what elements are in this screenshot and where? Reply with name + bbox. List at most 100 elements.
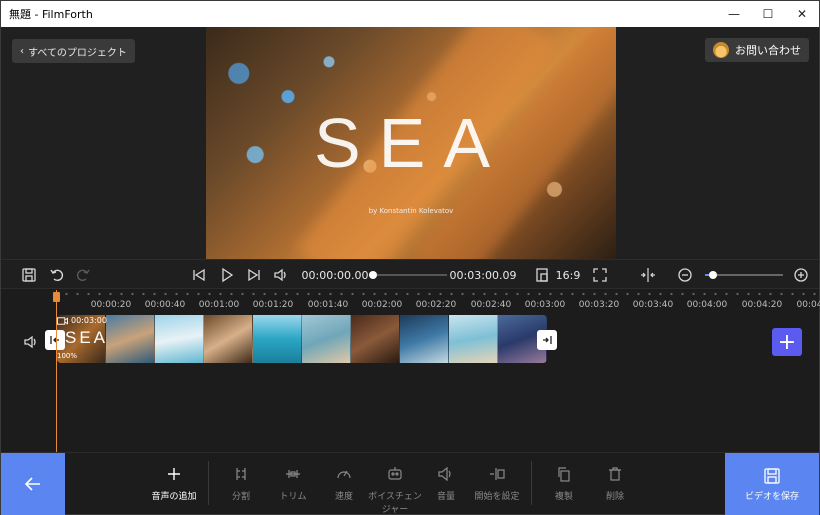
skip-back-icon[interactable] [189,260,209,290]
zoom-slider-knob[interactable] [708,271,717,279]
clip-thumbnail [351,315,400,363]
total-time: 00:03:00.09 [449,268,517,282]
volume-label: 音量 [436,492,455,502]
zoom-out-icon[interactable] [676,260,694,290]
ruler-tick: 00:03:20 [578,300,620,310]
window-title: 無題 - FilmForth [9,8,93,21]
maximize-button[interactable]: ☐ [751,1,785,27]
edit-toolbar: 音声の追加 分割 トリム 速度 ボイスチェンジャー 音量 開始を設定 複製 削除… [1,452,819,515]
ruler-tick: 00:02:40 [470,300,512,310]
clip-thumbnail [204,315,253,363]
ruler-tick: 00:04: [796,300,820,310]
all-projects-button[interactable]: ‹ すべてのプロジェクト [12,39,135,63]
aspect-ratio-label[interactable]: 16:9 [555,260,581,290]
voice-changer-label: ボイスチェンジャー [368,492,422,515]
volume-icon [438,466,451,482]
fit-timeline-icon[interactable] [638,260,658,290]
ruler-tick: 00:00:40 [144,300,186,310]
video-preview[interactable]: SEA by Konstantin Kolevatov [206,27,616,259]
delete-button[interactable]: 削除 [587,465,643,502]
contact-button[interactable]: お問い合わせ [705,38,809,62]
robot-icon [388,467,402,480]
speed-button[interactable]: 速度 [316,465,372,502]
clip-end-handle[interactable] [537,330,557,350]
add-clip-button[interactable]: + [772,328,802,356]
trim-icon [286,470,300,478]
split-button[interactable]: 分割 [213,465,269,502]
play-icon[interactable] [217,260,237,290]
ruler-tick: 00:04:00 [686,300,728,310]
voice-changer-button[interactable]: ボイスチェンジャー [367,465,423,515]
close-button[interactable]: ✕ [785,1,819,27]
app-window: 無題 - FilmForth — ☐ ✕ ‹ すべてのプロジェクト SEA by… [0,0,820,515]
support-avatar-icon [713,42,729,58]
video-clip[interactable] [57,315,547,363]
save-icon [764,467,780,484]
video-overlay-byline: by Konstantin Kolevatov [368,207,454,215]
clip-title-overlay: SEA [65,328,109,347]
speed-label: 速度 [334,492,353,502]
trim-label: トリム [279,492,307,502]
clip-thumbnail [155,315,204,363]
set-start-icon [490,468,505,480]
clip-duration-label: 00:03:00 [71,316,107,325]
duplicate-label: 複製 [554,492,573,502]
save-video-label: ビデオを保存 [744,491,799,502]
track-volume-icon[interactable] [23,334,39,350]
trim-button[interactable]: トリム [265,465,321,502]
preview-area: ‹ すべてのプロジェクト SEA by Konstantin Kolevatov… [1,27,819,259]
arrow-left-icon [24,477,40,491]
chevron-left-icon: ‹ [20,45,24,57]
clip-duration: 00:03:00 [57,316,107,325]
ruler-tick: 00:04:20 [741,300,783,310]
plus-icon [168,468,180,480]
timeline[interactable]: 00:00:20 00:00:40 00:01:00 00:01:20 00:0… [1,290,820,452]
volume-icon[interactable] [271,260,291,290]
all-projects-label: すべてのプロジェクト [28,47,127,59]
ruler-tick: 00:02:20 [415,300,457,310]
zoom-in-icon[interactable] [792,260,810,290]
zoom-slider[interactable] [705,271,783,279]
copy-icon [558,467,570,482]
ruler-tick: 00:01:00 [198,300,240,310]
skip-forward-icon[interactable] [244,260,264,290]
save-video-button[interactable]: ビデオを保存 [725,453,819,515]
contact-label: お問い合わせ [735,44,801,57]
playback-scrubber[interactable] [369,271,447,279]
timeline-ruler[interactable]: 00:00:20 00:00:40 00:01:00 00:01:20 00:0… [1,290,820,312]
clip-thumbnail [106,315,155,363]
title-bar: 無題 - FilmForth — ☐ ✕ [1,1,819,27]
ruler-tick: 00:00:20 [90,300,132,310]
aspect-ratio-icon[interactable] [533,260,551,290]
add-audio-label: 音声の追加 [151,492,197,502]
volume-button[interactable]: 音量 [418,465,474,502]
clip-start-handle[interactable] [45,330,65,350]
playhead[interactable] [53,290,60,452]
save-project-icon[interactable] [19,260,39,290]
playback-controls: 00:00:00.00 00:03:00.09 16:9 [1,259,819,289]
set-start-button[interactable]: 開始を設定 [469,465,525,502]
ruler-tick: 00:03:00 [524,300,566,310]
ruler-tick: 00:02:00 [361,300,403,310]
scrubber-knob[interactable] [369,271,377,279]
undo-icon[interactable] [47,260,67,290]
clip-thumbnail [400,315,449,363]
current-time: 00:00:00.00 [301,268,369,282]
fullscreen-icon[interactable] [591,260,609,290]
clip-thumbnail [302,315,351,363]
trash-icon [609,467,621,481]
delete-label: 削除 [605,492,624,502]
clip-volume: 100% [57,352,78,360]
ruler-tick: 00:01:20 [252,300,294,310]
add-audio-button[interactable]: 音声の追加 [146,465,202,502]
ruler-tick: 00:03:40 [632,300,674,310]
playhead-handle[interactable] [53,292,60,302]
clip-thumbnail [449,315,498,363]
back-button[interactable] [1,453,65,515]
redo-icon[interactable] [73,260,93,290]
ruler-tick: 00:01:40 [307,300,349,310]
clip-thumbnail [253,315,302,363]
minimize-button[interactable]: — [717,1,751,27]
video-overlay-title: SEA [313,104,509,182]
duplicate-button[interactable]: 複製 [536,465,592,502]
